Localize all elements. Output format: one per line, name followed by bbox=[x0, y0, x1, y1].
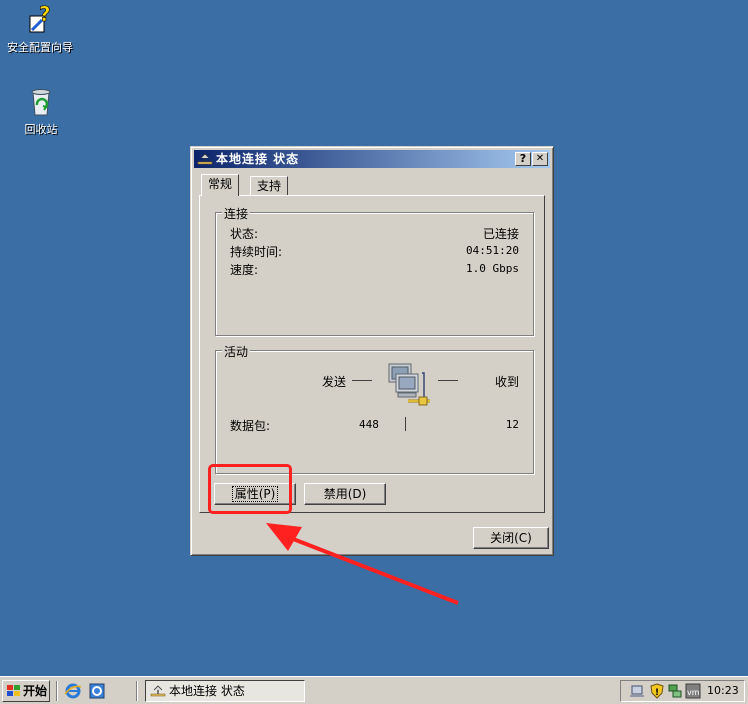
desktop-icon-label: 安全配置向导 bbox=[7, 41, 73, 54]
network-connection-icon bbox=[150, 685, 166, 697]
packets-received-value: 12 bbox=[505, 418, 519, 431]
desktop-icon-label: 回收站 bbox=[24, 123, 58, 136]
desktop-icon-security-wizard[interactable]: ? 安全配置向导 bbox=[0, 2, 80, 55]
dialog-title: 本地连接 状态 bbox=[216, 152, 300, 166]
activity-group: 活动 发送 收到 数据包: 448 12 bbox=[215, 343, 534, 474]
packets-label: 数据包: bbox=[230, 419, 271, 433]
clock: 10:23 bbox=[707, 684, 739, 697]
status-label: 状态: bbox=[230, 227, 259, 241]
speed-label: 速度: bbox=[230, 263, 259, 277]
start-label: 开始 bbox=[23, 684, 48, 698]
network-activity-icon bbox=[386, 361, 436, 414]
connection-group-title: 连接 bbox=[222, 205, 251, 222]
annotation-arrow-icon bbox=[266, 523, 459, 605]
network-tray-icon[interactable] bbox=[629, 683, 645, 699]
security-shield-icon[interactable]: ! bbox=[649, 683, 665, 699]
sent-line bbox=[352, 380, 372, 381]
activity-group-title: 活动 bbox=[222, 343, 251, 360]
status-value: 已连接 bbox=[482, 227, 519, 241]
disable-button[interactable]: 禁用(D) bbox=[304, 483, 386, 505]
network-status-icon[interactable] bbox=[667, 683, 683, 699]
desktop-icon-recycle-bin[interactable]: 回收站 bbox=[1, 86, 81, 137]
connection-group: 连接 状态: 已连接 持续时间: 04:51:20 速度: 1.0 Gbps bbox=[215, 205, 534, 336]
speed-value: 1.0 Gbps bbox=[466, 262, 519, 275]
network-connection-icon bbox=[197, 152, 213, 166]
duration-label: 持续时间: bbox=[230, 245, 283, 259]
vmware-tools-icon[interactable]: vm bbox=[685, 683, 701, 699]
svg-text:vm: vm bbox=[687, 688, 700, 697]
taskbar-separator bbox=[56, 681, 58, 701]
internet-explorer-icon[interactable] bbox=[64, 682, 82, 700]
help-button[interactable]: ? bbox=[515, 152, 531, 166]
taskbar-item-connection-status[interactable]: 本地连接 状态 bbox=[145, 680, 305, 702]
packets-sent-value: 448 bbox=[359, 418, 379, 431]
received-line bbox=[438, 380, 458, 381]
annotation-highlight-box bbox=[208, 464, 292, 514]
recycle-bin-icon bbox=[25, 86, 57, 118]
tab-support[interactable]: 支持 bbox=[250, 176, 289, 195]
system-tray: ! vm 10:23 bbox=[620, 680, 745, 702]
received-label: 收到 bbox=[494, 375, 519, 389]
tab-general[interactable]: 常规 bbox=[201, 174, 240, 196]
windows-logo-icon bbox=[7, 685, 20, 696]
taskbar-separator bbox=[136, 681, 138, 701]
svg-text:!: ! bbox=[655, 688, 659, 698]
close-button[interactable]: 关闭(C) bbox=[473, 527, 549, 549]
taskbar-item-label: 本地连接 状态 bbox=[169, 684, 245, 698]
disable-button-label: 禁用(D) bbox=[323, 487, 367, 501]
duration-value: 04:51:20 bbox=[466, 244, 519, 257]
dialog-titlebar[interactable]: 本地连接 状态 ? ✕ bbox=[194, 150, 550, 168]
packets-divider bbox=[405, 417, 406, 431]
taskbar: 开始 本地连接 状态 ! vm 10:23 bbox=[0, 676, 748, 704]
svg-text:?: ? bbox=[39, 4, 51, 26]
start-button[interactable]: 开始 bbox=[2, 680, 50, 702]
close-button-label: 关闭(C) bbox=[490, 531, 532, 545]
security-wizard-icon: ? bbox=[24, 2, 56, 36]
sent-label: 发送 bbox=[322, 375, 347, 389]
server-manager-icon[interactable] bbox=[88, 682, 106, 700]
close-icon[interactable]: ✕ bbox=[532, 152, 548, 166]
